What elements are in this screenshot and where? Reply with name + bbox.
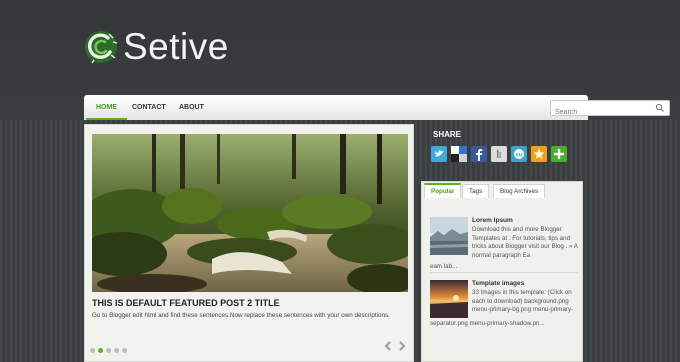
post-thumbnail[interactable] <box>430 217 468 255</box>
slider-dot[interactable] <box>98 348 103 353</box>
chevron-left-icon[interactable] <box>383 341 393 351</box>
slider-dot[interactable] <box>106 348 111 353</box>
featured-post-title[interactable]: THIS IS DEFAULT FEATURED POST 2 TITLE <box>92 298 280 308</box>
nav-item-about[interactable]: ABOUT <box>169 95 214 120</box>
slider-dot[interactable] <box>90 348 95 353</box>
search-icon[interactable] <box>655 103 665 113</box>
main-nav: HOME CONTACT ABOUT <box>84 95 670 120</box>
post-excerpt-continued: separator.png menu-primary-shadow.pn... <box>430 320 545 327</box>
divider <box>430 272 578 273</box>
tab-popular[interactable]: Popular <box>424 183 462 198</box>
search-box <box>550 100 670 120</box>
nav-item-home[interactable]: HOME <box>86 95 127 120</box>
featured-image[interactable] <box>92 134 408 292</box>
logo-icon[interactable] <box>84 30 118 64</box>
search-input[interactable] <box>551 105 654 120</box>
tab-tags[interactable]: Tags <box>462 184 490 198</box>
post-excerpt: Download this and more Blogger Templates… <box>472 226 578 259</box>
site-title[interactable]: Setive <box>123 26 229 68</box>
stumbleupon-icon[interactable]: su <box>511 146 527 162</box>
svg-text:su: su <box>515 153 522 159</box>
featured-post-panel: THIS IS DEFAULT FEATURED POST 2 TITLE Go… <box>84 124 414 362</box>
tab-blog-archives[interactable]: Blog Archives <box>493 184 546 198</box>
slider-pagination <box>90 340 130 358</box>
nav-item-contact[interactable]: CONTACT <box>122 95 176 120</box>
post-excerpt: 33 Images in this template: (Click on ea… <box>472 289 574 314</box>
post-title[interactable]: Template images <box>472 280 524 287</box>
post-thumbnail[interactable] <box>430 280 468 318</box>
sidebar: SHARE su Popular Tags Blog Archives Lore… <box>417 124 588 362</box>
featured-post-description: Go to Blogger edit html and find these s… <box>92 312 390 319</box>
facebook-icon[interactable] <box>471 146 487 162</box>
chevron-right-icon[interactable] <box>397 341 407 351</box>
share-heading: SHARE <box>433 130 462 139</box>
twitter-icon[interactable] <box>431 146 447 162</box>
digg-icon[interactable] <box>491 146 507 162</box>
share-icons: su <box>431 146 571 164</box>
delicious-icon[interactable] <box>451 146 467 162</box>
slider-dot[interactable] <box>114 348 119 353</box>
slider-dot[interactable] <box>122 348 127 353</box>
favorites-star-icon[interactable] <box>531 146 547 162</box>
tabbed-widget: Popular Tags Blog Archives Lorem Ipsum D… <box>421 181 583 362</box>
slider-arrows <box>383 338 407 356</box>
post-title[interactable]: Lorem Ipsum <box>472 217 513 224</box>
add-icon[interactable] <box>551 146 567 162</box>
post-excerpt-continued: eam lab... <box>430 263 458 270</box>
